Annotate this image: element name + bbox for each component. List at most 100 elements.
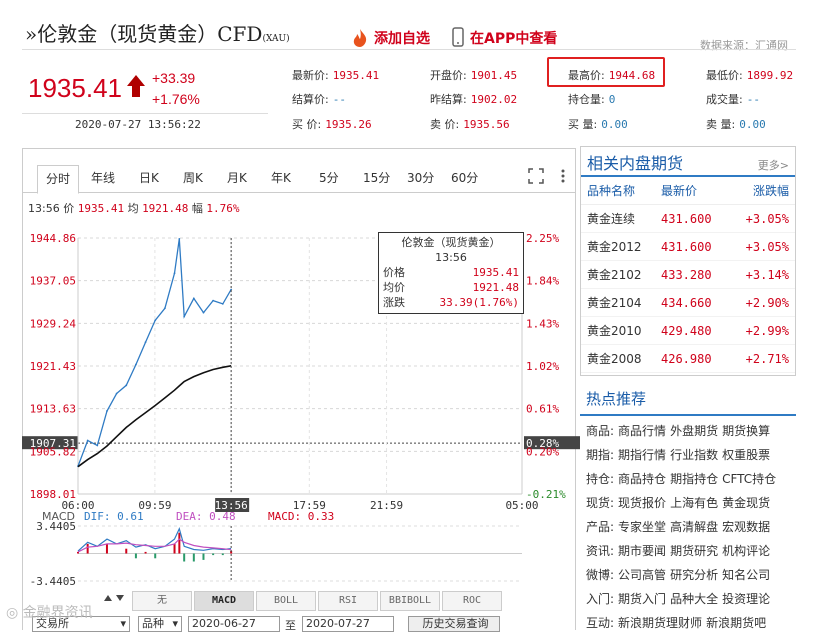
- tab-年K[interactable]: 年K: [271, 169, 291, 186]
- indicator-tab-无[interactable]: 无: [132, 591, 192, 611]
- date-from-value: 2020-06-27: [192, 617, 256, 630]
- hot-link[interactable]: 行业指数: [670, 448, 718, 462]
- divider: [22, 49, 796, 50]
- hot-row: 互动: 新浪期货理财师 新浪期货吧: [586, 614, 766, 631]
- y-tick-label: 1929.24: [30, 317, 77, 330]
- indicator-tab-rsi[interactable]: RSI: [318, 591, 378, 611]
- hot-row: 现货: 现货报价 上海有色 黄金现货: [586, 494, 770, 511]
- info-price-label: 价: [63, 202, 75, 215]
- hot-link[interactable]: 品种大全: [670, 592, 718, 606]
- hot-link[interactable]: 商品行情: [618, 424, 666, 438]
- hot-row: 资讯: 期市要闻 期货研究 机构评论: [586, 542, 770, 559]
- hot-link[interactable]: 现货报价: [618, 496, 666, 510]
- quote-field-label: 买 量:: [568, 118, 598, 131]
- data-source: 数据来源：汇通网: [700, 39, 788, 52]
- price-point: [212, 299, 215, 302]
- related-row[interactable]: 黄金2008 426.980 +2.71%: [581, 345, 795, 373]
- price-point: [178, 237, 181, 240]
- hot-link[interactable]: 期指持仓: [670, 472, 718, 486]
- tab-60分[interactable]: 60分: [451, 169, 478, 186]
- fullscreen-icon[interactable]: [528, 168, 544, 187]
- related-name: 黄金2008: [587, 352, 642, 366]
- watermark-logo-icon: ◎: [6, 605, 23, 621]
- quote-field-value: 1902.02: [470, 93, 518, 106]
- hot-link[interactable]: 期货研究: [670, 544, 718, 558]
- y-tick-label-right: 1.84%: [526, 275, 559, 288]
- tab-30分[interactable]: 30分: [407, 169, 434, 186]
- tab-分时[interactable]: 分时: [37, 165, 80, 194]
- query-button-label: 历史交易查询: [422, 617, 489, 630]
- tab-15分[interactable]: 15分: [363, 169, 390, 186]
- hot-link[interactable]: 机构评论: [722, 544, 770, 558]
- tooltip-row-value: 33.39(1.76%): [439, 296, 519, 309]
- tab-5分[interactable]: 5分: [319, 169, 339, 186]
- tab-年线[interactable]: 年线: [91, 169, 115, 186]
- tab-周K[interactable]: 周K: [183, 169, 203, 186]
- related-row[interactable]: 黄金2010 429.480 +2.99%: [581, 317, 795, 345]
- view-in-app-button[interactable]: 在APP中查看: [470, 28, 557, 48]
- up-arrow-icon: [126, 74, 146, 98]
- indicator-tab-boll[interactable]: BOLL: [256, 591, 316, 611]
- indicator-tab-bbiboll[interactable]: BBIBOLL: [380, 591, 440, 611]
- macd-tick-label: -3.4405: [30, 575, 76, 588]
- hot-link[interactable]: 新浪期货吧: [706, 616, 766, 630]
- hot-link[interactable]: 公司高管: [618, 568, 666, 582]
- hot-link[interactable]: 投资理论: [722, 592, 770, 606]
- title-text: »伦敦金（现货黄金）CFD: [25, 22, 263, 46]
- quote-field-label: 卖 量:: [706, 118, 736, 131]
- quote-field-label: 买 价:: [292, 118, 322, 131]
- related-columns: 品种名称 最新价 涨跌幅: [581, 177, 795, 205]
- last-price: 1935.41: [28, 73, 122, 103]
- quote-field-label: 持仓量:: [568, 93, 605, 106]
- quote-field-value: 1935.41: [332, 69, 380, 82]
- add-watchlist-button[interactable]: 添加自选: [374, 28, 430, 48]
- price-point: [106, 410, 108, 412]
- hot-link[interactable]: 期货换算: [722, 424, 770, 438]
- price-point: [192, 297, 195, 300]
- prev-arrow-icon[interactable]: [102, 591, 114, 608]
- next-arrow-icon[interactable]: [114, 591, 126, 608]
- hot-link[interactable]: 知名公司: [722, 568, 770, 582]
- indicator-tabs: 无 MACD BOLL RSI BBIBOLL ROC: [132, 591, 510, 611]
- related-row[interactable]: 黄金连续 431.600 +3.05%: [581, 205, 795, 233]
- hot-row: 期指: 期指行情 行业指数 权重股票: [586, 446, 770, 463]
- quote-field-value: 0: [608, 93, 616, 106]
- quote-field: 买 价: 1935.26: [292, 116, 372, 132]
- indicator-tab-roc[interactable]: ROC: [442, 591, 502, 611]
- indicator-tab-macd[interactable]: MACD: [194, 591, 254, 611]
- more-icon[interactable]: [560, 168, 566, 187]
- hot-link[interactable]: 研究分析: [670, 568, 718, 582]
- hot-recommend-panel: 热点推荐 商品: 商品行情 外盘期货 期货换算 期指: 期指行情 行业指数 权重股票 持仓: 商品…: [580, 384, 796, 630]
- hot-link[interactable]: 专家坐堂: [618, 520, 666, 534]
- quote-field: 昨结算: 1902.02: [430, 91, 517, 107]
- related-row[interactable]: 黄金2102 433.280 +3.14%: [581, 261, 795, 289]
- info-avg-label: 均: [127, 202, 139, 215]
- tab-日K[interactable]: 日K: [139, 169, 159, 186]
- date-to-value: 2020-07-27: [306, 617, 370, 630]
- related-pct: +3.14%: [745, 267, 789, 282]
- hot-row-key: 期指:: [586, 448, 615, 462]
- price-change: +33.39: [152, 70, 196, 86]
- hot-link[interactable]: 期市要闻: [618, 544, 666, 558]
- price-point: [202, 311, 205, 314]
- hot-link[interactable]: 权重股票: [722, 448, 770, 462]
- title-code: (XAU): [262, 34, 290, 44]
- quote-field-value: 1899.92: [746, 69, 794, 82]
- tab-月K[interactable]: 月K: [227, 169, 247, 186]
- hot-link[interactable]: 期指行情: [618, 448, 666, 462]
- hot-link[interactable]: 宏观数据: [722, 520, 770, 534]
- hot-link[interactable]: 上海有色: [670, 496, 718, 510]
- hot-link[interactable]: 高清解盘: [670, 520, 718, 534]
- hot-link[interactable]: 新浪期货理财师: [618, 616, 702, 630]
- hot-row-key: 微博:: [586, 568, 615, 582]
- related-row[interactable]: 黄金2012 431.600 +3.05%: [581, 233, 795, 261]
- hot-link[interactable]: CFTC持仓: [722, 472, 776, 486]
- hot-link[interactable]: 黄金现货: [722, 496, 770, 510]
- related-row[interactable]: 黄金2104 434.660 +2.90%: [581, 289, 795, 317]
- hot-row-key: 现货:: [586, 496, 615, 510]
- y-tick-label-right: 1.02%: [526, 360, 559, 373]
- more-link[interactable]: 更多>: [758, 157, 789, 173]
- hot-link[interactable]: 期货入门: [618, 592, 666, 606]
- hot-link[interactable]: 外盘期货: [670, 424, 718, 438]
- hot-link[interactable]: 商品持仓: [618, 472, 666, 486]
